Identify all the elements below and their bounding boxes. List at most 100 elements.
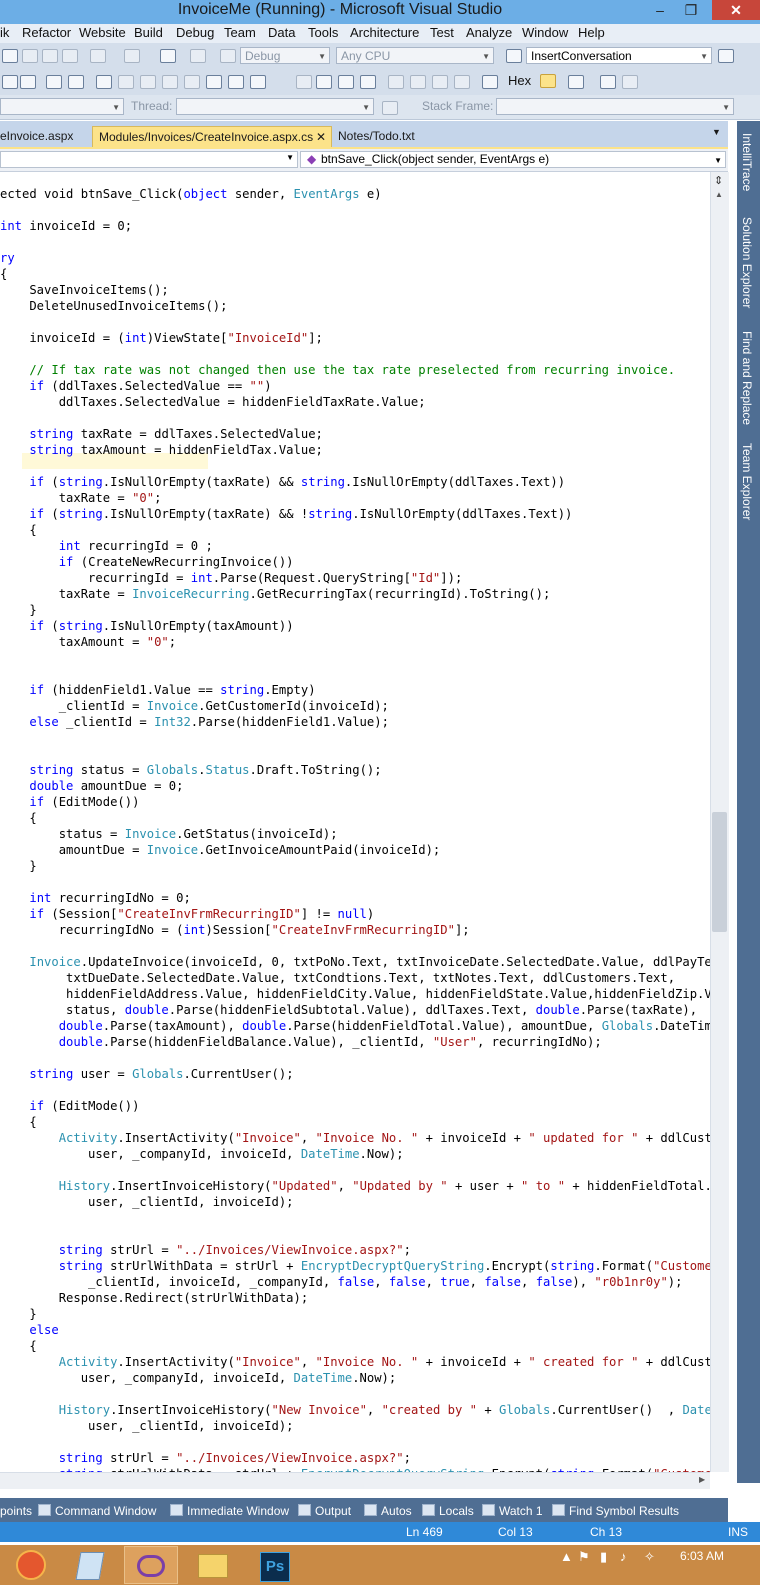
flag-icon[interactable] bbox=[382, 101, 398, 115]
menu-item-website[interactable]: Website bbox=[79, 25, 126, 40]
comment-icon[interactable] bbox=[46, 75, 62, 89]
solution-explorer-icon[interactable] bbox=[718, 49, 734, 63]
find-icon[interactable] bbox=[250, 75, 266, 89]
scroll-right-icon[interactable]: ▶ bbox=[699, 1475, 705, 1484]
menu-item-build[interactable]: Build bbox=[134, 25, 163, 40]
process-combo[interactable]: ▼ bbox=[0, 98, 124, 115]
stack-frame-combo[interactable]: ▼ bbox=[496, 98, 734, 115]
menu-item-data[interactable]: Data bbox=[268, 25, 295, 40]
tool-tab-locals[interactable]: Locals bbox=[422, 1502, 474, 1520]
tab-notes-todo[interactable]: Notes/Todo.txt bbox=[338, 126, 415, 147]
hex-toggle[interactable]: Hex bbox=[508, 73, 531, 88]
vertical-scrollbar[interactable]: ⇕ ▲ bbox=[710, 172, 729, 1472]
show-next-statement-icon[interactable] bbox=[388, 75, 404, 89]
navigate-forward-icon[interactable] bbox=[190, 49, 206, 63]
thread-combo[interactable]: ▼ bbox=[176, 98, 374, 115]
step-out-icon[interactable] bbox=[454, 75, 470, 89]
show-bookmarks-icon[interactable] bbox=[228, 75, 244, 89]
menu-item-team[interactable]: Team bbox=[224, 25, 256, 40]
tray-extra-icon[interactable]: ✧ bbox=[644, 1549, 655, 1565]
code-editor[interactable]: ected void btnSave_Click(object sender, … bbox=[0, 172, 710, 1472]
next-bookmark-folder-icon[interactable] bbox=[184, 75, 200, 89]
type-combo[interactable]: ▼ bbox=[0, 151, 298, 168]
tab-overflow-chevron-icon[interactable]: ▼ bbox=[712, 127, 721, 137]
step-over-icon[interactable] bbox=[432, 75, 448, 89]
member-combo[interactable]: ◆ btnSave_Click(object sender, EventArgs… bbox=[300, 151, 726, 168]
menu-item-help[interactable]: Help bbox=[578, 25, 605, 40]
next-bookmark-icon[interactable] bbox=[140, 75, 156, 89]
menu-item-refactor[interactable]: Refactor bbox=[22, 25, 71, 40]
exceptions-icon[interactable] bbox=[568, 75, 584, 89]
tool-tab-output[interactable]: Output bbox=[298, 1502, 351, 1520]
vertical-scroll-thumb[interactable] bbox=[712, 812, 727, 932]
clear-bookmarks-icon[interactable] bbox=[206, 75, 222, 89]
step-into-icon[interactable] bbox=[410, 75, 426, 89]
menu-item-analyze[interactable]: Analyze bbox=[466, 25, 512, 40]
menu-item-test[interactable]: Test bbox=[430, 25, 454, 40]
previous-bookmark-icon[interactable] bbox=[118, 75, 134, 89]
menu-item-ik[interactable]: ik bbox=[0, 25, 9, 40]
notepad-taskbar-button[interactable] bbox=[68, 1546, 114, 1584]
menu-item-debug[interactable]: Debug bbox=[176, 25, 214, 40]
bookmark-icon[interactable] bbox=[96, 75, 112, 89]
tray-volume-icon[interactable]: ♪ bbox=[620, 1549, 627, 1564]
tool-tab-watch-1[interactable]: Watch 1 bbox=[482, 1502, 543, 1520]
menu-item-window[interactable]: Window bbox=[522, 25, 568, 40]
paste-icon[interactable] bbox=[62, 49, 78, 63]
solution-configuration-combo[interactable]: Debug ▼ bbox=[240, 47, 330, 64]
visual-studio-taskbar-button[interactable] bbox=[124, 1546, 178, 1584]
taskbar-clock[interactable]: 6:03 AM bbox=[680, 1549, 724, 1563]
chevron-down-icon: ▼ bbox=[722, 103, 730, 112]
find-in-files-icon[interactable] bbox=[506, 49, 522, 63]
tab-createinvoice-aspx-cs[interactable]: Modules/Invoices/CreateInvoice.aspx.cs ✕ bbox=[92, 126, 332, 147]
photoshop-taskbar-button[interactable]: Ps bbox=[252, 1546, 298, 1584]
break-all-icon[interactable] bbox=[316, 75, 332, 89]
increase-indent-icon[interactable] bbox=[20, 75, 36, 89]
close-button[interactable]: ✕ bbox=[712, 0, 760, 20]
breakpoints-icon[interactable] bbox=[482, 75, 498, 89]
debug-location-icon[interactable] bbox=[600, 75, 616, 89]
side-tab-solution-explorer[interactable]: Solution Explorer bbox=[740, 217, 754, 308]
minimize-button[interactable]: – bbox=[645, 0, 675, 20]
scroll-up-icon[interactable]: ▲ bbox=[715, 190, 723, 199]
tray-flag-icon[interactable]: ⚑ bbox=[578, 1549, 590, 1565]
save-icon[interactable] bbox=[2, 49, 18, 63]
solution-platform-combo[interactable]: Any CPU ▼ bbox=[336, 47, 494, 64]
cut-icon[interactable] bbox=[22, 49, 38, 63]
tool-tab-find-symbol-results[interactable]: Find Symbol Results bbox=[552, 1502, 679, 1520]
restore-button[interactable]: ❐ bbox=[676, 0, 706, 20]
side-tab-team-explorer[interactable]: Team Explorer bbox=[740, 443, 754, 520]
start-debugging-icon[interactable] bbox=[220, 49, 236, 63]
copy-icon[interactable] bbox=[42, 49, 58, 63]
code-token: " to " bbox=[521, 1179, 566, 1193]
split-handle-icon[interactable]: ⇕ bbox=[714, 174, 723, 187]
show-threads-icon[interactable] bbox=[540, 74, 556, 88]
find-combo[interactable]: InsertConversation ▼ bbox=[526, 47, 712, 64]
uncomment-icon[interactable] bbox=[68, 75, 84, 89]
menu-item-tools[interactable]: Tools bbox=[308, 25, 338, 40]
tool-tab-command-window[interactable]: Command Window bbox=[38, 1502, 156, 1520]
horizontal-scrollbar[interactable]: ▶ bbox=[0, 1472, 710, 1489]
tray-network-icon[interactable]: ▮ bbox=[600, 1549, 607, 1565]
toolbar-options-icon[interactable] bbox=[622, 75, 638, 89]
side-tab-intellitrace[interactable]: IntelliTrace bbox=[740, 133, 754, 191]
redo-icon[interactable] bbox=[124, 49, 140, 63]
tool-tab-immediate-window[interactable]: Immediate Window bbox=[170, 1502, 289, 1520]
tool-tab-autos[interactable]: Autos bbox=[364, 1502, 412, 1520]
decrease-indent-icon[interactable] bbox=[2, 75, 18, 89]
firefox-taskbar-button[interactable] bbox=[10, 1546, 56, 1584]
tab-close-icon[interactable]: ✕ bbox=[316, 127, 326, 148]
stop-debugging-icon[interactable] bbox=[338, 75, 354, 89]
restart-icon[interactable] bbox=[360, 75, 376, 89]
tool-tab-breakpoints[interactable]: points bbox=[0, 1502, 32, 1520]
tray-chevron-icon[interactable]: ▲ bbox=[560, 1549, 573, 1564]
undo-icon[interactable] bbox=[90, 49, 106, 63]
side-tab-find-replace[interactable]: Find and Replace bbox=[740, 331, 754, 425]
navigate-backward-icon[interactable] bbox=[160, 49, 176, 63]
explorer-taskbar-button[interactable] bbox=[190, 1546, 236, 1584]
previous-bookmark-folder-icon[interactable] bbox=[162, 75, 178, 89]
menu-item-architecture[interactable]: Architecture bbox=[350, 25, 419, 40]
tab-createinvoice-aspx[interactable]: eInvoice.aspx bbox=[0, 126, 73, 147]
continue-icon[interactable] bbox=[296, 75, 312, 89]
